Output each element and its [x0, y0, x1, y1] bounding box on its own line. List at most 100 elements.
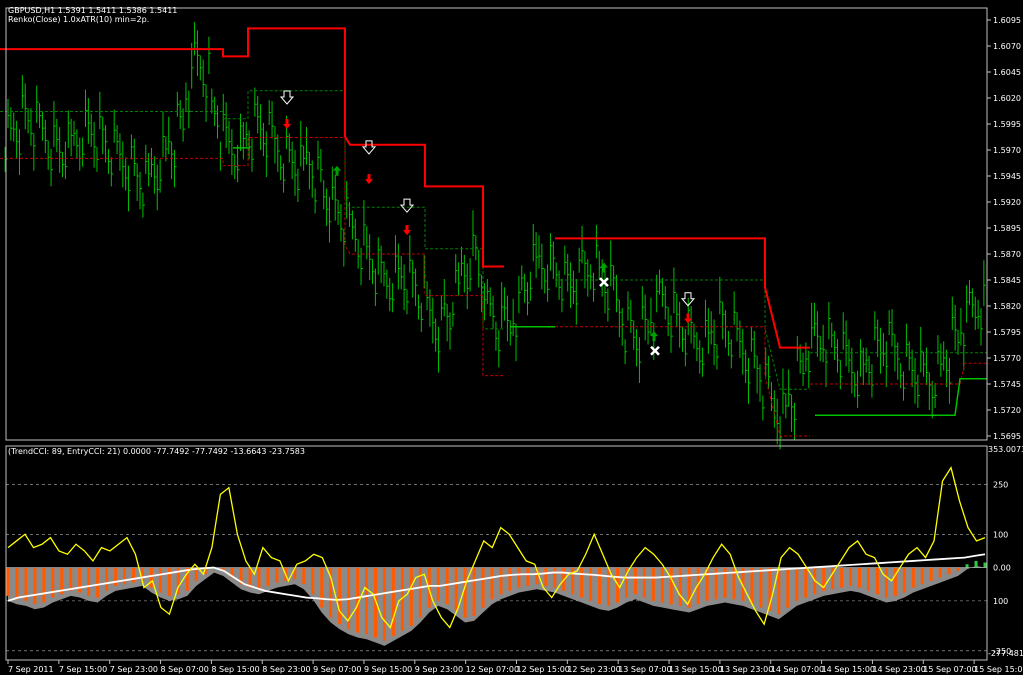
- cci-histogram-bar: [472, 567, 476, 616]
- cci-histogram-bar: [517, 567, 521, 588]
- price-y-tick-label: 1.6070: [993, 42, 1021, 51]
- cci-histogram-bar: [365, 567, 369, 635]
- cci-histogram-bar: [598, 567, 602, 605]
- sell-entry-arrow-icon: [365, 174, 373, 185]
- lower-band-red-dashed: [0, 137, 504, 377]
- cci-histogram-bar: [920, 567, 924, 585]
- chart-canvas: 1.6095 1.6070 1.6045 1.6020 1.5995 1.5970 1.59…: [0, 6, 1023, 674]
- x-tick-label: 12 Sep 23:00: [567, 665, 620, 674]
- cci-histogram-bar: [409, 567, 413, 626]
- cci-entry-line: [7, 466, 986, 629]
- cci-histogram-bar: [15, 567, 19, 600]
- price-y-tick-label: 1.6045: [993, 68, 1021, 77]
- cci-histogram-bar: [436, 567, 440, 601]
- x-tick-label: 14 Sep 07:00: [771, 665, 824, 674]
- cci-histogram-bar: [553, 567, 557, 588]
- cci-y-tick-label: 250: [993, 480, 1008, 489]
- cci-histogram-bar: [131, 567, 135, 583]
- cci-histogram-bar: [311, 567, 315, 595]
- cci-histogram-bar: [804, 567, 808, 598]
- price-panel: [0, 22, 987, 450]
- cci-histogram-bar: [51, 567, 55, 598]
- x-tick-label: 7 Sep 23:00: [110, 665, 158, 674]
- sell-signal-arrow-icon: [399, 198, 415, 213]
- x-tick-label: 13 Sep 15:00: [669, 665, 722, 674]
- cci-histogram-bar: [858, 567, 862, 588]
- x-tick-label: 8 Sep 15:00: [211, 665, 259, 674]
- cci-histogram-bar: [42, 567, 46, 603]
- cci-histogram-bar: [580, 567, 584, 598]
- x-tick-label: 15 Sep 07:00: [923, 665, 976, 674]
- x-tick-label: 12 Sep 07:00: [466, 665, 519, 674]
- x-tick-label: 12 Sep 15:00: [516, 665, 569, 674]
- cci-histogram-bar: [123, 567, 127, 585]
- cci-histogram-bar: [607, 567, 611, 606]
- cci-histogram-bar: [445, 567, 449, 605]
- cci-histogram-bar: [158, 567, 162, 593]
- x-tick-label: 9 Sep 23:00: [415, 665, 463, 674]
- cci-histogram-bar: [669, 567, 673, 605]
- exit-cross-icon: [650, 345, 660, 356]
- cci-histogram-bar: [257, 567, 261, 590]
- buy-entry-arrow-icon: [333, 165, 341, 176]
- cci-histogram-bar: [633, 567, 637, 595]
- x-tick-label: 9 Sep 15:00: [364, 665, 412, 674]
- cci-histogram-bar: [356, 567, 360, 633]
- sell-signal-arrow-icon: [279, 90, 295, 105]
- cci-histogram-bar: [875, 567, 879, 595]
- buy-entry-arrow-icon: [600, 262, 608, 273]
- cci-histogram-bar: [526, 567, 530, 586]
- x-tick-label: 13 Sep 23:00: [720, 665, 773, 674]
- cci-histogram-bar: [660, 567, 664, 603]
- price-y-tick-label: 1.6095: [993, 16, 1021, 25]
- cci-histogram-bar: [795, 567, 799, 601]
- cci-histogram-bar: [849, 567, 853, 586]
- cci-histogram-bar: [320, 567, 324, 608]
- cci-histogram-bar: [938, 567, 942, 578]
- price-y-tick-label: 1.5820: [993, 302, 1021, 311]
- cci-histogram-bar: [338, 567, 342, 625]
- cci-y-tick-label: 100: [993, 597, 1008, 606]
- x-tick-label: 14 Sep 15:00: [822, 665, 875, 674]
- cci-histogram-bar: [589, 567, 593, 601]
- cci-histogram-bar: [965, 564, 969, 568]
- cci-histogram-bar: [96, 567, 100, 598]
- cci-histogram-bar: [454, 567, 458, 611]
- price-header-line2: Renko(Close) 1.0xATR(10) min=2p.: [8, 15, 149, 24]
- cci-histogram-bar: [69, 567, 73, 591]
- cci-y-max-label: 353.0073: [988, 445, 1023, 454]
- cci-histogram-bar: [759, 567, 763, 608]
- price-y-tick-label: 1.5695: [993, 432, 1021, 441]
- x-tick-label: 15 Sep 15:00: [974, 665, 1023, 674]
- cci-histogram-bar: [884, 567, 888, 598]
- cci-y-tick-label: 100: [993, 530, 1008, 539]
- cci-histogram-bar: [651, 567, 655, 601]
- price-y-tick-label: 1.5970: [993, 146, 1021, 155]
- cci-histogram-bar: [391, 567, 395, 636]
- cci-histogram-bar: [481, 567, 485, 608]
- cci-histogram-bar: [33, 567, 37, 605]
- price-y-tick-label: 1.5720: [993, 406, 1021, 415]
- cci-histogram-bar: [248, 567, 252, 588]
- price-y-tick-label: 1.5745: [993, 380, 1021, 389]
- cci-histogram-bar: [786, 567, 790, 608]
- cci-histogram-bar: [840, 567, 844, 588]
- cci-histogram-bar: [490, 567, 494, 600]
- cci-panel: [6, 466, 987, 652]
- cci-histogram-bar: [544, 567, 548, 586]
- cci-histogram-bar: [947, 567, 951, 575]
- cci-histogram-bar: [974, 560, 978, 568]
- cci-histogram-bar: [78, 567, 82, 593]
- x-tick-label: 14 Sep 23:00: [872, 665, 925, 674]
- cci-y-tick-label: 0.00: [993, 564, 1011, 573]
- cci-histogram-bar: [902, 567, 906, 593]
- cci-histogram-bar: [866, 567, 870, 591]
- cci-histogram-bar: [114, 567, 118, 586]
- cci-histogram-bar: [983, 562, 987, 568]
- cci-histogram-bar: [382, 567, 386, 641]
- cci-histogram-bar: [508, 567, 512, 591]
- price-y-tick-label: 1.6020: [993, 94, 1021, 103]
- exit-cross-icon: [599, 277, 609, 287]
- price-y-tick-label: 1.5945: [993, 172, 1021, 181]
- cci-histogram-bar: [499, 567, 503, 595]
